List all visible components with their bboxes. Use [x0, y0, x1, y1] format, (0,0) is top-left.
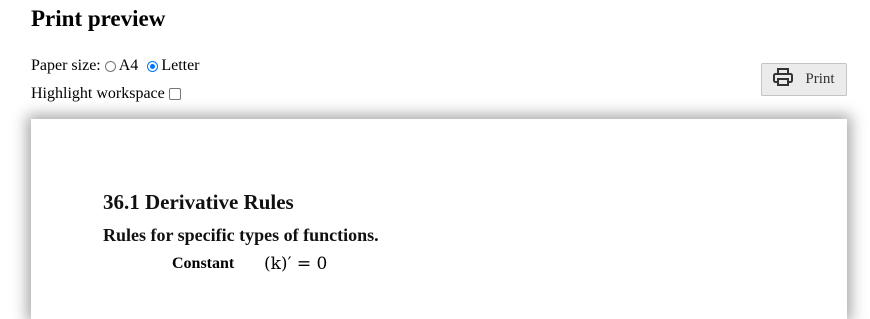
paper-option-letter-label: Letter: [161, 57, 200, 74]
paper-size-label: Paper size:: [31, 57, 101, 74]
paper-option-a4[interactable]: A4: [104, 57, 139, 75]
highlight-checkbox[interactable]: [168, 88, 181, 100]
paper-option-letter[interactable]: Letter: [147, 57, 200, 75]
radio-letter[interactable]: [147, 60, 159, 72]
highlight-label: Highlight workspace: [31, 85, 165, 102]
page-title: Print preview: [31, 6, 166, 31]
highlight-row: Highlight workspace: [31, 85, 181, 103]
paper-size-row: Paper size: A4 Letter: [31, 57, 200, 75]
section-subheading: Rules for specific types of functions.: [103, 225, 379, 245]
section-heading: 36.1 Derivative Rules: [103, 190, 294, 214]
print-button-label: Print: [805, 71, 835, 87]
printer-icon: [773, 68, 794, 91]
paper-option-a4-label: A4: [118, 57, 139, 74]
radio-a4[interactable]: [104, 60, 116, 72]
rule-name: Constant: [172, 255, 235, 272]
print-page: 36.1 Derivative Rules Rules for specific…: [31, 119, 847, 319]
rule-formula: (k)′ = 0: [264, 254, 328, 274]
print-button[interactable]: Print: [761, 63, 847, 96]
